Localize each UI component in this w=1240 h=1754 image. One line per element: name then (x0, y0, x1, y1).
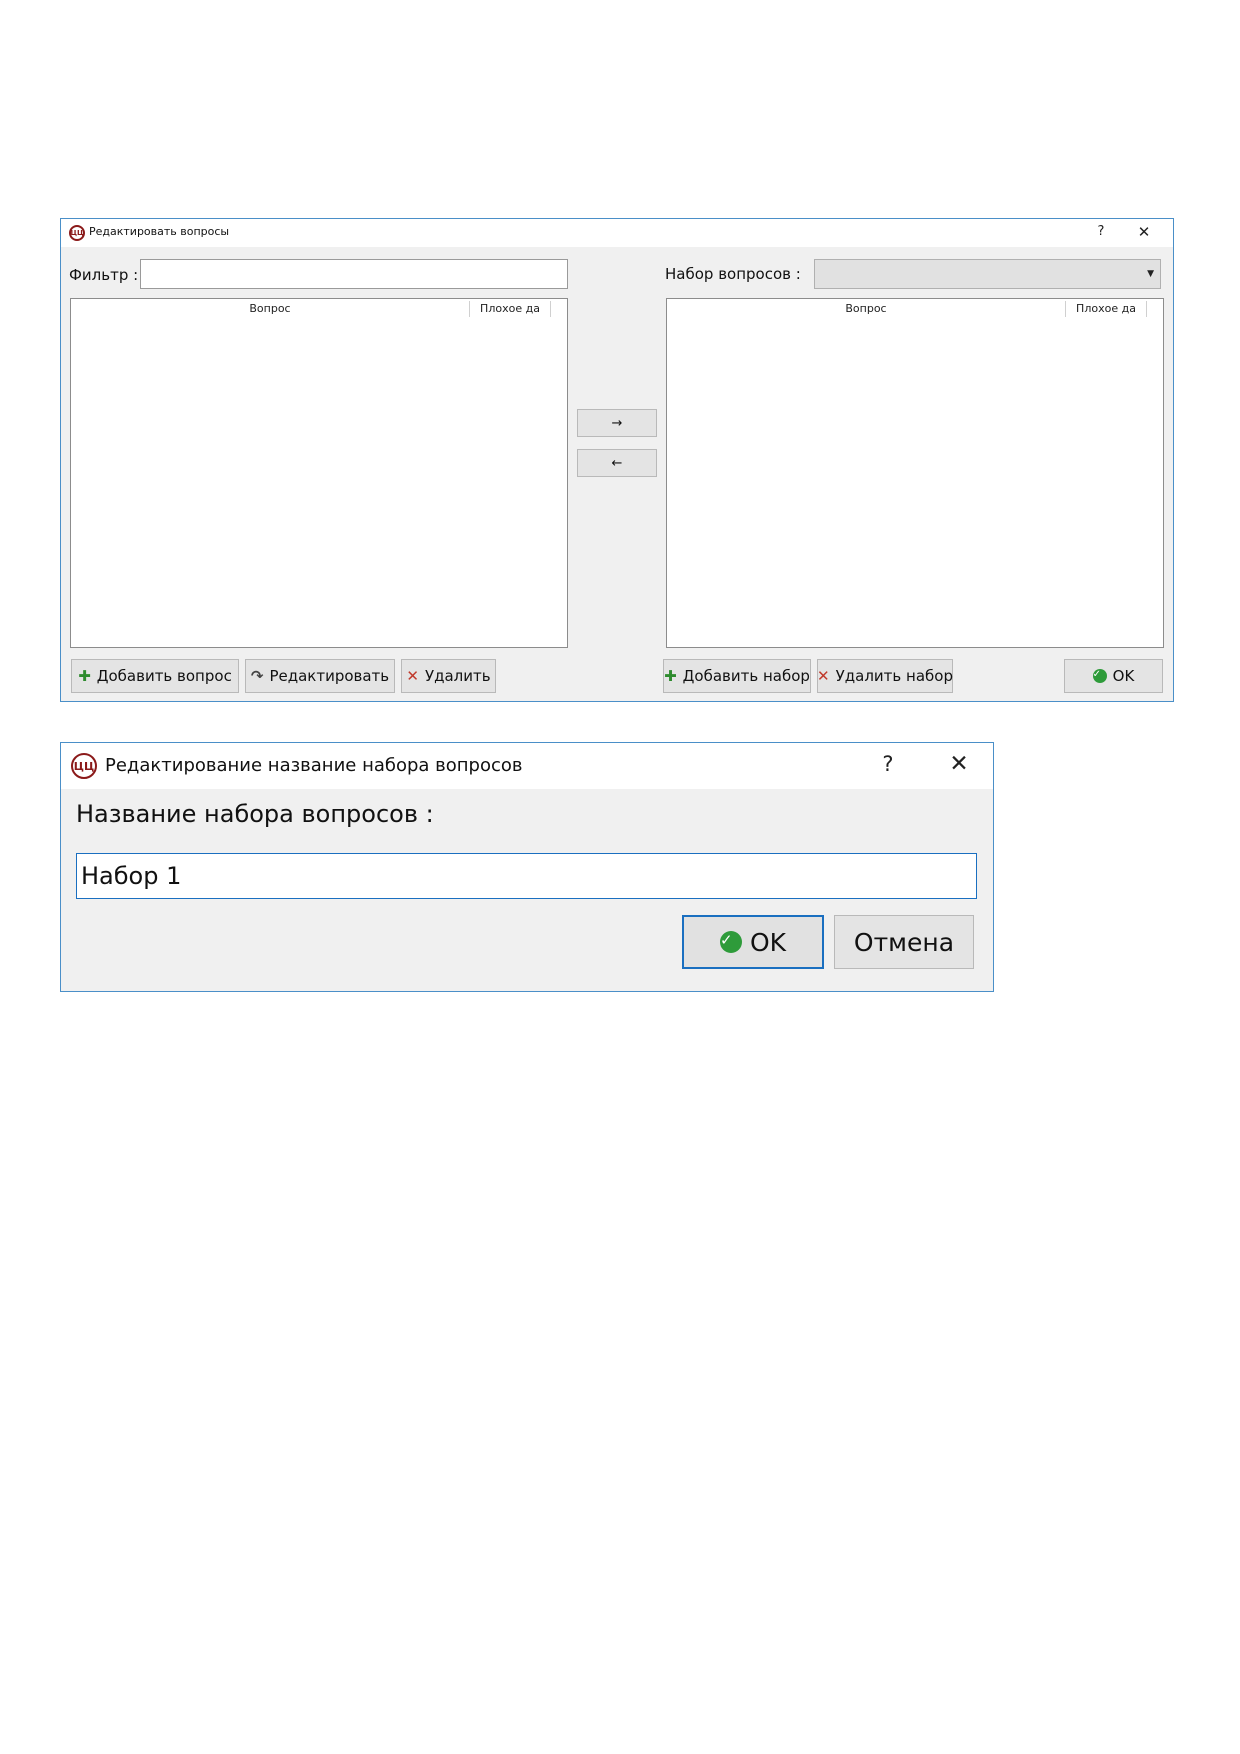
question-set-dropdown[interactable]: ▼ (814, 259, 1161, 289)
edit-question-button[interactable]: ↷ Редактировать (245, 659, 395, 693)
column-header-question[interactable]: Вопрос (71, 299, 469, 319)
plus-icon: ✚ (78, 667, 91, 685)
add-question-label: Добавить вопрос (96, 667, 232, 685)
ok-label: OK (1112, 667, 1135, 685)
cancel-button[interactable]: Отмена (834, 915, 974, 969)
set-name-label: Название набора вопросов : (76, 800, 434, 828)
redo-icon: ↷ (250, 667, 264, 685)
column-header-question[interactable]: Вопрос (667, 299, 1065, 319)
delete-question-button[interactable]: ✕ Удалить (401, 659, 496, 693)
set-questions-table[interactable]: Вопрос Плохое да (666, 298, 1164, 648)
question-set-label: Набор вопросов : (665, 265, 801, 283)
column-header-bad-yes[interactable]: Плохое да (470, 299, 550, 319)
ok-button[interactable]: ✓ OK (682, 915, 824, 969)
close-button[interactable]: ✕ (1131, 223, 1157, 241)
move-left-button[interactable]: ← (577, 449, 657, 477)
delete-x-icon: ✕ (406, 667, 419, 685)
help-button[interactable]: ? (1091, 224, 1111, 239)
edit-question-label: Редактировать (269, 667, 390, 685)
filter-input[interactable] (140, 259, 568, 289)
add-set-label: Добавить набор (682, 667, 810, 685)
check-circle-icon: ✓ (719, 931, 742, 953)
cancel-label: Отмена (853, 927, 955, 957)
title-bar: ЦЦ Редактировать вопросы ? ✕ (61, 219, 1173, 247)
plus-icon: ✚ (664, 667, 677, 685)
move-right-button[interactable]: → (577, 409, 657, 437)
window-title: Редактирование название набора вопросов (105, 755, 523, 776)
filter-label: Фильтр : (69, 266, 139, 284)
column-divider (1146, 301, 1147, 317)
arrow-left-icon: ← (611, 455, 623, 471)
add-set-button[interactable]: ✚ Добавить набор (663, 659, 811, 693)
check-circle-icon: ✓ (1092, 669, 1107, 683)
ok-button[interactable]: ✓ OK (1064, 659, 1163, 693)
help-button[interactable]: ? (875, 752, 901, 776)
close-button[interactable]: ✕ (943, 751, 975, 777)
delete-set-button[interactable]: ✕ Удалить набор (817, 659, 953, 693)
column-header-bad-yes[interactable]: Плохое да (1066, 299, 1146, 319)
set-name-input[interactable]: Набор 1 (76, 853, 977, 899)
chevron-down-icon: ▼ (1147, 269, 1154, 279)
questions-table[interactable]: Вопрос Плохое да (70, 298, 568, 648)
app-logo-icon: ЦЦ (69, 225, 85, 241)
rename-set-dialog: ЦЦ Редактирование название набора вопрос… (60, 742, 994, 992)
ok-label: OK (749, 927, 787, 957)
delete-set-label: Удалить набор (835, 667, 953, 685)
edit-questions-dialog: ЦЦ Редактировать вопросы ? ✕ Фильтр : На… (60, 218, 1174, 702)
add-question-button[interactable]: ✚ Добавить вопрос (71, 659, 239, 693)
column-divider (550, 301, 551, 317)
window-title: Редактировать вопросы (89, 225, 230, 238)
delete-x-icon: ✕ (817, 667, 830, 685)
app-logo-icon: ЦЦ (71, 753, 97, 779)
delete-question-label: Удалить (424, 667, 491, 685)
title-bar: ЦЦ Редактирование название набора вопрос… (61, 743, 993, 789)
arrow-right-icon: → (611, 415, 623, 431)
